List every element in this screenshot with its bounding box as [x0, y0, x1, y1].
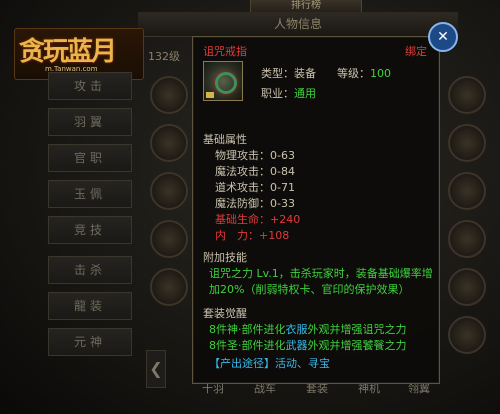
set-bonus-2: 8件圣·部件进化武器外观并增强饕餮之力 [209, 339, 407, 352]
extra-skill-title: 附加技能 [203, 251, 247, 264]
stat-base-hp: 基础生命：+240 [215, 213, 301, 226]
close-button[interactable]: ✕ [428, 22, 458, 52]
left-button-official[interactable]: 官职 [48, 144, 132, 172]
set-awaken-title: 套装觉醒 [203, 307, 247, 320]
type-value: 装备 [294, 67, 316, 80]
left-button-kill[interactable]: 击杀 [48, 256, 132, 284]
item-grade-mark [206, 92, 214, 98]
ring-icon [203, 61, 243, 101]
job-value: 通用 [294, 87, 316, 100]
ring-gem [215, 72, 237, 94]
source-value: 活动、寻宝 [275, 357, 330, 370]
equip-slot[interactable] [448, 268, 486, 306]
left-button-wings[interactable]: 羽翼 [48, 108, 132, 136]
type-label: 类型： [261, 67, 294, 80]
nav-left-arrow[interactable]: ❮ [146, 350, 166, 388]
stat-magic-attack: 魔法攻击：0-84 [215, 165, 295, 178]
equip-slot[interactable] [448, 124, 486, 162]
equip-slot[interactable] [150, 220, 188, 258]
left-button-arena[interactable]: 竞技 [48, 216, 132, 244]
character-info-title: 人物信息 [138, 12, 458, 37]
item-job-row: 职业：通用 [261, 85, 316, 101]
left-button-dragon[interactable]: 龍装 [48, 292, 132, 320]
item-source: 【产出途径】活动、寻宝 [209, 355, 330, 371]
item-level-row: 等级：100 [337, 65, 391, 81]
equip-slot[interactable] [150, 76, 188, 114]
close-icon: ✕ [437, 29, 449, 45]
skill-description-1: 诅咒之力 Lv.1，击杀玩家时，装备基础爆率增 [209, 267, 433, 280]
item-name: 诅咒戒指 [203, 45, 247, 58]
item-type-row: 类型：装备 [261, 65, 316, 81]
equip-slot[interactable] [448, 220, 486, 258]
item-tooltip: 诅咒戒指 绑定 类型：装备 等级：100 职业：通用 基础属性 物理攻击：0-6… [192, 36, 440, 384]
equip-slot[interactable] [448, 76, 486, 114]
equip-slot[interactable] [150, 268, 188, 306]
stat-inner-power: 内 力：+108 [215, 229, 290, 242]
left-button-jade[interactable]: 玉佩 [48, 180, 132, 208]
base-attributes-title: 基础属性 [203, 133, 247, 146]
stat-physical-attack: 物理攻击：0-63 [215, 149, 295, 162]
equip-slot[interactable] [150, 124, 188, 162]
stat-taoist-attack: 道术攻击：0-71 [215, 181, 295, 194]
level-label: 等级： [337, 67, 370, 80]
logo-text: 贪玩蓝月 [19, 37, 117, 67]
level-value: 100 [370, 67, 391, 80]
bound-label: 绑定 [405, 45, 427, 58]
left-button-attack[interactable]: 攻击 [48, 72, 132, 100]
equip-slot[interactable] [448, 316, 486, 354]
equip-slot[interactable] [448, 172, 486, 210]
job-label: 职业： [261, 87, 294, 100]
source-label: 【产出途径】 [209, 357, 275, 370]
equip-slot[interactable] [150, 172, 188, 210]
set-bonus-1: 8件神·部件进化衣服外观并增强诅咒之力 [209, 323, 407, 336]
left-button-spirit[interactable]: 元神 [48, 328, 132, 356]
skill-description-2: 加20%（削弱特权卡、官印的保护效果） [209, 283, 410, 296]
stat-magic-defense: 魔法防御：0-33 [215, 197, 295, 210]
level-text: 132级 [148, 50, 180, 63]
